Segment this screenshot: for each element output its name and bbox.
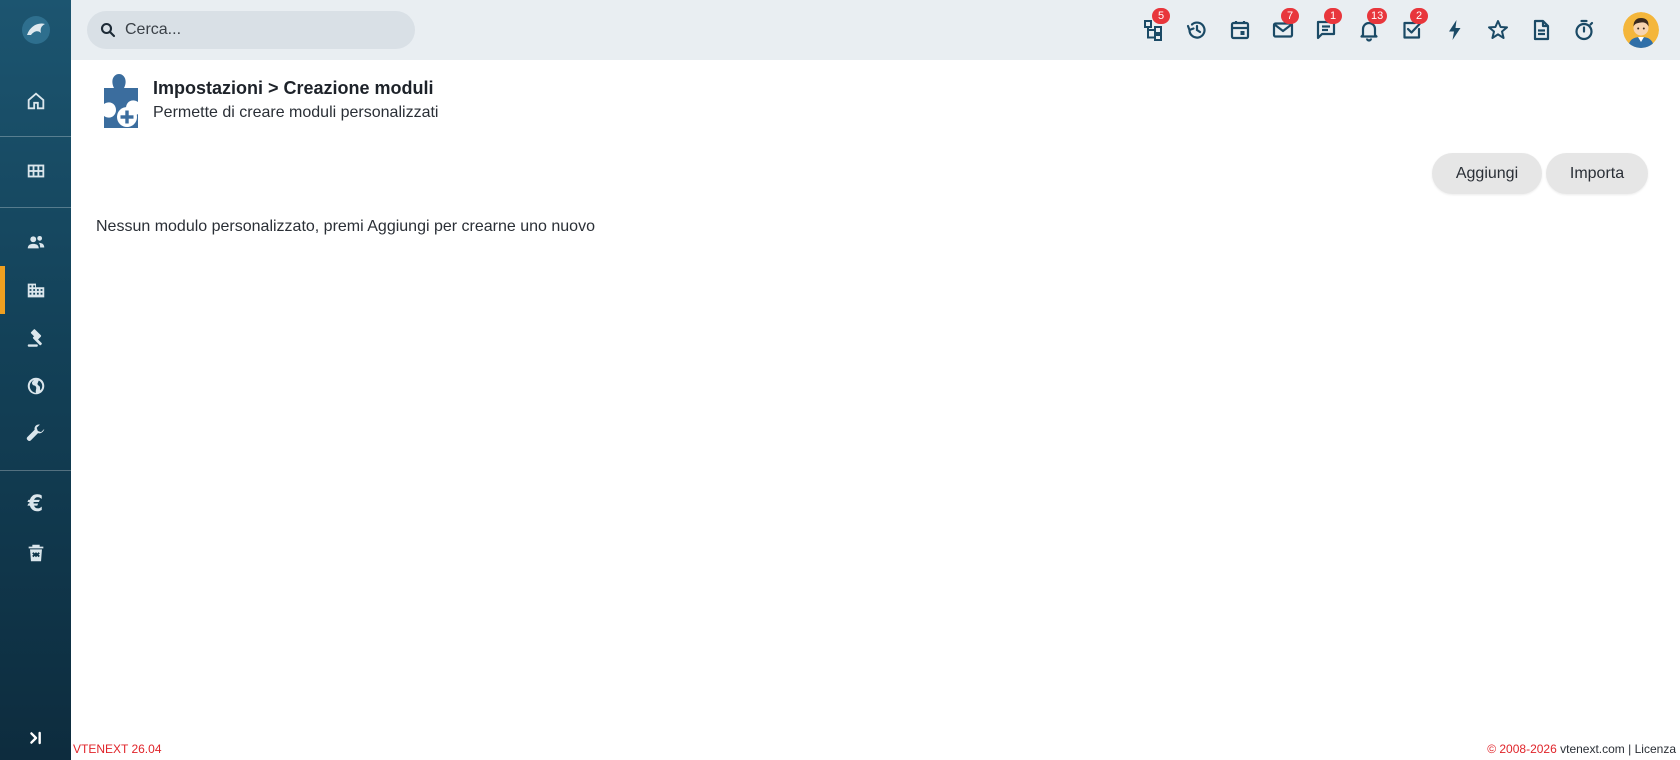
footer-copyright: © 2008-2026 vtenext.com | Licenza xyxy=(1487,742,1676,756)
chat-badge: 1 xyxy=(1324,8,1342,24)
gavel-icon xyxy=(27,329,42,347)
calendar-icon xyxy=(1230,21,1250,40)
processes-badge: 5 xyxy=(1152,8,1170,24)
sidebar: € xyxy=(0,0,71,760)
copyright-text: © 2008-2026 xyxy=(1487,742,1557,756)
sidebar-item-home[interactable] xyxy=(0,77,71,125)
tasks-button[interactable]: 2 xyxy=(1398,8,1428,44)
app-logo[interactable] xyxy=(0,0,71,60)
sidebar-item-finance[interactable]: € xyxy=(0,481,71,529)
user-avatar-icon xyxy=(1623,12,1659,48)
sidebar-divider xyxy=(0,470,71,471)
stopwatch-icon xyxy=(1575,19,1594,41)
page-title: Impostazioni > Creazione moduli xyxy=(153,78,434,98)
sidebar-item-grid[interactable] xyxy=(0,147,71,195)
sidebar-item-accounts[interactable] xyxy=(0,266,71,314)
euro-icon: € xyxy=(27,492,44,517)
dolphin-logo-icon xyxy=(21,16,50,44)
quick-actions-button[interactable] xyxy=(1441,16,1469,44)
notifications-badge: 13 xyxy=(1367,8,1388,24)
messages-button[interactable]: 7 xyxy=(1269,8,1299,44)
topbar: 5 7 1 13 2 xyxy=(71,0,1680,60)
star-icon xyxy=(1488,20,1508,39)
license-link[interactable]: Licenza xyxy=(1635,742,1676,756)
site-link[interactable]: vtenext.com xyxy=(1560,742,1625,756)
sidebar-expand-button[interactable] xyxy=(0,714,71,760)
favorites-button[interactable] xyxy=(1484,16,1512,44)
chat-button[interactable]: 1 xyxy=(1312,8,1342,44)
add-button[interactable]: Aggiungi xyxy=(1432,153,1542,194)
home-icon xyxy=(27,92,44,110)
page-subtitle: Permette di creare moduli personalizzati xyxy=(153,104,439,121)
search-icon xyxy=(100,22,116,38)
version-label: VTENEXT 26.04 xyxy=(73,742,162,756)
sidebar-item-tools[interactable] xyxy=(0,410,71,458)
expand-sidebar-icon xyxy=(29,731,41,745)
sidebar-divider xyxy=(0,136,71,137)
document-icon xyxy=(1533,19,1550,41)
search-box[interactable] xyxy=(87,11,415,49)
people-icon xyxy=(27,235,44,249)
sidebar-item-trash[interactable] xyxy=(0,529,71,577)
sidebar-item-legal[interactable] xyxy=(0,314,71,362)
timer-button[interactable] xyxy=(1570,16,1598,44)
sidebar-item-web[interactable] xyxy=(0,362,71,410)
grid-icon xyxy=(27,164,44,178)
wrench-icon xyxy=(26,424,44,442)
processes-button[interactable]: 5 xyxy=(1140,8,1170,44)
tasks-badge: 2 xyxy=(1410,8,1428,24)
notifications-button[interactable]: 13 xyxy=(1355,8,1388,44)
import-button[interactable]: Importa xyxy=(1546,153,1648,194)
building-icon xyxy=(27,283,44,298)
history-button[interactable] xyxy=(1183,16,1211,44)
user-avatar[interactable] xyxy=(1623,12,1659,48)
sidebar-divider xyxy=(0,207,71,208)
lightning-icon xyxy=(1449,20,1461,40)
empty-state-message: Nessun modulo personalizzato, premi Aggi… xyxy=(96,218,595,235)
messages-badge: 7 xyxy=(1281,8,1299,24)
globe-icon xyxy=(27,377,44,395)
sidebar-item-contacts[interactable] xyxy=(0,218,71,266)
history-icon xyxy=(1186,21,1206,39)
puzzle-module-icon xyxy=(104,74,138,128)
trash-icon xyxy=(28,544,43,562)
footer-separator: | xyxy=(1628,742,1632,756)
search-input[interactable] xyxy=(125,21,405,39)
documents-button[interactable] xyxy=(1527,16,1555,44)
calendar-button[interactable] xyxy=(1226,16,1254,44)
